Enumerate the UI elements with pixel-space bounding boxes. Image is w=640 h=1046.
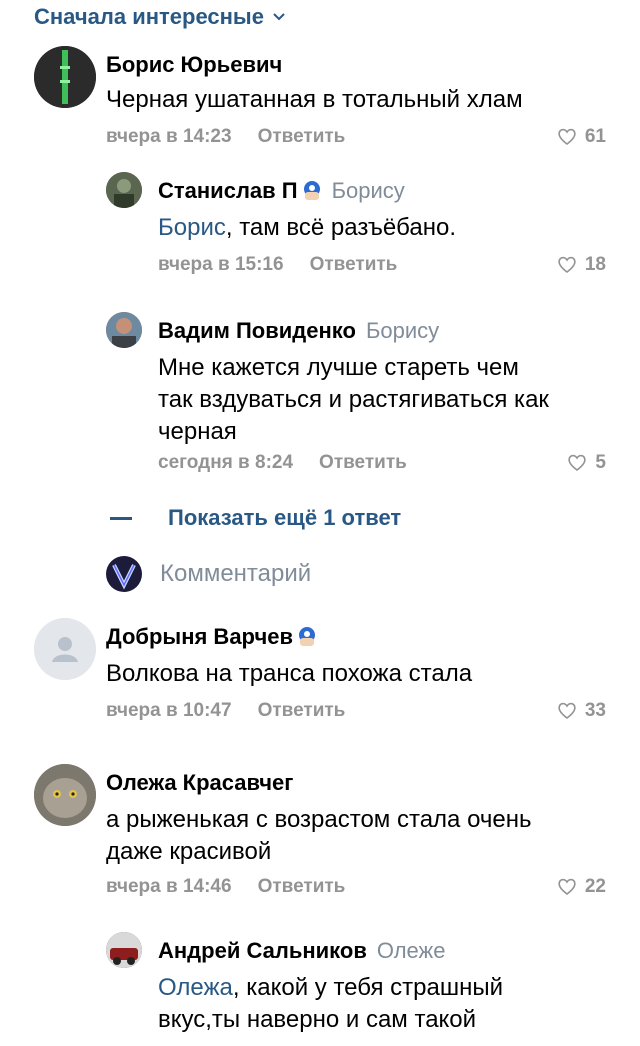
comment-text: Борис, там всё разъёбано.: [158, 212, 456, 244]
mention-link[interactable]: Олежа: [158, 974, 233, 1001]
heart-icon: [568, 454, 587, 472]
comment-text-line: даже красивой: [106, 838, 272, 865]
author-name[interactable]: Добрыня Варчев: [106, 624, 293, 650]
author-line: Андрей Сальников Олеже: [158, 938, 446, 964]
comment-meta: вчера в 10:47 Ответить: [106, 700, 345, 722]
heart-icon: [558, 128, 576, 146]
author-line: Вадим Повиденко Борису: [158, 318, 439, 344]
like-button[interactable]: 61: [557, 126, 606, 148]
sort-dropdown[interactable]: Сначала интересные: [34, 4, 286, 30]
like-count: 22: [584, 876, 606, 897]
comment-time[interactable]: вчера в 14:46: [106, 876, 232, 898]
sort-label: Сначала интересные: [34, 4, 264, 29]
like-button[interactable]: 5: [567, 452, 606, 474]
comment-meta: вчера в 14:46 Ответить: [106, 876, 345, 898]
user-avatar: [106, 556, 142, 592]
reply-button[interactable]: Ответить: [319, 452, 407, 474]
reply-button[interactable]: Ответить: [258, 126, 346, 148]
reply-button[interactable]: Ответить: [258, 700, 346, 722]
reply-to-name[interactable]: Олеже: [377, 938, 446, 964]
reply-to-name[interactable]: Борису: [332, 178, 405, 204]
captain-emoji-icon: [303, 181, 320, 200]
author-name[interactable]: Андрей Сальников: [158, 938, 367, 964]
reply-to-name[interactable]: Борису: [366, 318, 439, 344]
avatar[interactable]: [34, 46, 96, 108]
comment-time[interactable]: вчера в 10:47: [106, 700, 232, 722]
like-count: 5: [595, 452, 606, 473]
comment-text: Волкова на транса похожа стала: [106, 660, 473, 687]
comment-text-line: Мне кажется лучше стареть чем: [158, 354, 519, 381]
comment-time[interactable]: вчера в 15:16: [158, 254, 284, 276]
author-name[interactable]: Вадим Повиденко: [158, 318, 356, 344]
reply-button[interactable]: Ответить: [310, 254, 398, 276]
like-count: 18: [584, 254, 606, 275]
comment-text-line: так вздуваться и растягиваться как: [158, 386, 549, 413]
comment-text-line: черная: [158, 418, 237, 445]
heart-icon: [558, 256, 576, 274]
heart-icon: [558, 878, 576, 896]
avatar[interactable]: [106, 172, 142, 208]
comment-composer[interactable]: Комментарий: [106, 556, 311, 592]
show-more-replies-button[interactable]: Показать ещё 1 ответ: [110, 505, 401, 531]
comment-meta: вчера в 14:23 Ответить: [106, 126, 345, 148]
author-line: Станислав П Борису: [158, 178, 405, 204]
avatar[interactable]: [106, 932, 142, 968]
author-name[interactable]: Борис Юрьевич: [106, 52, 282, 78]
comment-time[interactable]: сегодня в 8:24: [158, 452, 293, 474]
comment-text-line: вкус,ты наверно и сам такой: [158, 1006, 477, 1033]
mention-link[interactable]: Борис: [158, 214, 226, 241]
author-line: Добрыня Варчев: [106, 624, 317, 650]
comment-text: Черная ушатанная в тотальный хлам: [106, 86, 523, 113]
comment-text-line: а рыженькая с возрастом стала очень: [106, 806, 532, 833]
comment-text-line: , какой у тебя страшный: [232, 974, 503, 1001]
comment-text: Олежа, какой у тебя страшный вкус,ты нав…: [158, 972, 503, 1036]
avatar[interactable]: [34, 764, 96, 826]
like-button[interactable]: 18: [557, 254, 606, 276]
avatar[interactable]: [106, 312, 142, 348]
captain-emoji-icon: [298, 627, 315, 646]
comment-input-placeholder: Комментарий: [160, 560, 312, 587]
comment-meta: вчера в 15:16 Ответить: [158, 254, 397, 276]
chevron-down-icon: [273, 13, 285, 21]
comment-text-body: , там всё разъёбано.: [225, 214, 456, 241]
avatar[interactable]: [34, 618, 96, 680]
show-more-label: Показать ещё 1 ответ: [168, 505, 402, 530]
comment-text: Мне кажется лучше стареть чем так вздува…: [158, 352, 549, 448]
like-button[interactable]: 22: [557, 876, 606, 898]
like-count: 61: [584, 126, 606, 147]
author-name[interactable]: Олежа Красавчег: [106, 770, 293, 796]
comment-meta: сегодня в 8:24 Ответить: [158, 452, 407, 474]
like-button[interactable]: 33: [557, 700, 606, 722]
comment-text: а рыженькая с возрастом стала очень даже…: [106, 804, 532, 868]
comment-time[interactable]: вчера в 14:23: [106, 126, 232, 148]
like-count: 33: [584, 700, 606, 721]
dash-icon: [110, 516, 132, 520]
reply-button[interactable]: Ответить: [258, 876, 346, 898]
heart-icon: [558, 702, 576, 720]
author-name[interactable]: Станислав П: [158, 178, 298, 204]
